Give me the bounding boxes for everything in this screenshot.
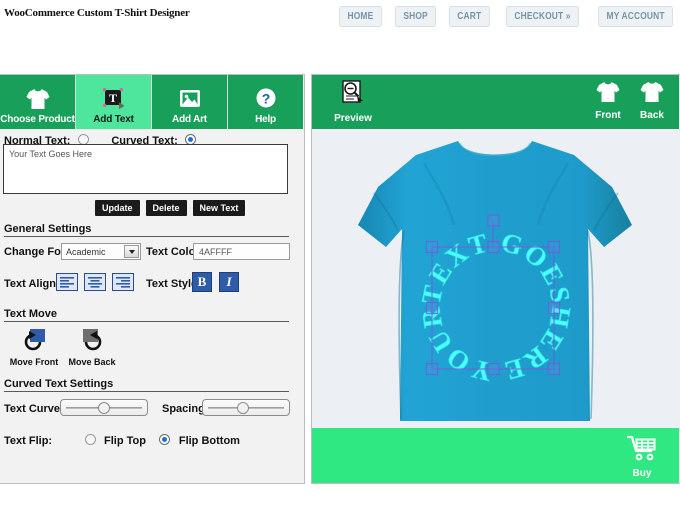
view-back-button[interactable]: Back — [635, 80, 669, 121]
text-color-input[interactable]: 4AFFFF — [193, 243, 290, 260]
font-select[interactable]: Academic — [61, 243, 141, 260]
bold-button[interactable]: B — [192, 272, 212, 292]
flip-bottom-label: Flip Bottom — [178, 435, 240, 447]
view-toggle: Front Back — [591, 80, 669, 121]
italic-button[interactable]: I — [219, 272, 239, 292]
align-center-icon[interactable] — [84, 273, 106, 291]
shirt-stage[interactable]: TEXT GOES HERE YOUR — [312, 129, 679, 428]
text-flip-label: Text Flip: — [4, 435, 53, 447]
align-style-row: Text Align: Text Style: B I — [4, 272, 294, 295]
general-settings-title: General Settings — [4, 223, 92, 235]
nav-cart[interactable]: CART — [449, 6, 490, 27]
text-box-icon: T — [101, 86, 127, 112]
text-flip-row: Text Flip: Flip Top Flip Bottom — [4, 431, 240, 449]
shirt-graphic: TEXT GOES HERE YOUR — [358, 141, 632, 421]
tab-add-text[interactable]: T Add Text — [76, 75, 152, 129]
flip-top-radio[interactable] — [84, 434, 96, 445]
text-color-value: 4AFFFF — [199, 246, 232, 257]
curved-settings-title: Curved Text Settings — [4, 378, 114, 390]
tshirt-front-icon — [595, 80, 621, 109]
tab-label: Add Text — [93, 114, 134, 125]
text-input-area[interactable] — [3, 144, 288, 194]
text-action-buttons: Update Delete New Text — [95, 200, 246, 216]
tab-help[interactable]: ? Help — [228, 75, 303, 129]
move-back-button[interactable]: Move Back — [62, 327, 122, 367]
font-select-value: Academic — [66, 246, 106, 257]
tool-tabbar: Choose Product T Add Text Add Art ? Help — [0, 75, 303, 129]
question-mark-icon: ? — [253, 86, 279, 112]
nav-home[interactable]: HOME — [339, 6, 382, 27]
preview-label: Preview — [334, 113, 372, 124]
tab-label: Choose Product — [0, 114, 75, 125]
nav-my-account[interactable]: MY ACCOUNT — [597, 6, 673, 27]
chevron-down-icon[interactable] — [124, 245, 139, 258]
move-back-icon — [77, 327, 107, 356]
designer-app: Choose Product T Add Text Add Art ? Help… — [0, 74, 680, 506]
text-align-label: Text Align: — [4, 278, 60, 290]
tshirt-back-icon — [639, 80, 665, 109]
align-left-icon[interactable] — [56, 273, 78, 291]
tab-choose-product[interactable]: Choose Product — [0, 75, 76, 129]
tab-add-art[interactable]: Add Art — [152, 75, 228, 129]
back-label: Back — [640, 110, 664, 121]
preview-button[interactable]: Preview — [326, 79, 380, 124]
tab-label: Add Art — [172, 114, 207, 125]
tshirt-icon — [25, 86, 51, 112]
move-front-button[interactable]: Move Front — [4, 327, 64, 367]
update-button[interactable]: Update — [95, 200, 140, 216]
left-control-panel: Choose Product T Add Text Add Art ? Help… — [0, 74, 305, 484]
design-canvas-panel: Preview Front Back TEXT GOES HERE YOUR B… — [311, 74, 680, 484]
svg-text:T: T — [108, 91, 116, 105]
svg-text:?: ? — [261, 91, 270, 107]
flip-bottom-radio[interactable] — [159, 434, 171, 445]
slider-knob[interactable] — [236, 402, 249, 414]
curved-settings-rule — [4, 391, 289, 392]
image-frame-icon — [177, 86, 203, 112]
slider-knob[interactable] — [97, 402, 110, 414]
new-text-button[interactable]: New Text — [192, 200, 246, 216]
page-title: WooCommerce Custom T-Shirt Designer — [4, 7, 190, 19]
move-front-label: Move Front — [9, 357, 59, 367]
move-front-icon — [19, 327, 49, 356]
font-color-row: Change Font Academic Text Color: 4AFFFF — [4, 243, 294, 261]
delete-button[interactable]: Delete — [145, 200, 187, 216]
panel-body: Normal Text: Curved Text: Update Delete … — [0, 129, 303, 483]
tab-label: Help — [255, 114, 276, 125]
spacing-slider[interactable] — [202, 399, 290, 416]
preview-magnifier-icon — [338, 79, 368, 112]
curve-sliders-row: Text Curved: Spacing: — [4, 399, 294, 419]
align-right-icon[interactable] — [112, 273, 134, 291]
nav-checkout[interactable]: CHECKOUT » — [505, 6, 579, 27]
buy-label: Buy — [632, 468, 652, 479]
move-back-label: Move Back — [68, 357, 116, 367]
front-label: Front — [595, 110, 621, 121]
nav-shop[interactable]: SHOP — [394, 6, 437, 27]
buy-button[interactable]: Buy — [619, 433, 665, 479]
page-header: WooCommerce Custom T-Shirt Designer HOME… — [0, 0, 680, 36]
text-curved-slider[interactable] — [60, 399, 148, 416]
main-navigation: HOME SHOP CART CHECKOUT » MY ACCOUNT — [335, 6, 680, 27]
text-move-title: Text Move — [4, 308, 57, 320]
canvas-toolbar: Preview Front Back — [312, 75, 679, 129]
text-move-rule — [4, 321, 289, 322]
view-front-button[interactable]: Front — [591, 80, 625, 121]
general-settings-rule — [4, 236, 289, 237]
canvas-bottom-bar: Buy — [312, 428, 679, 483]
flip-top-label: Flip Top — [103, 435, 146, 447]
shopping-cart-icon — [625, 433, 659, 468]
